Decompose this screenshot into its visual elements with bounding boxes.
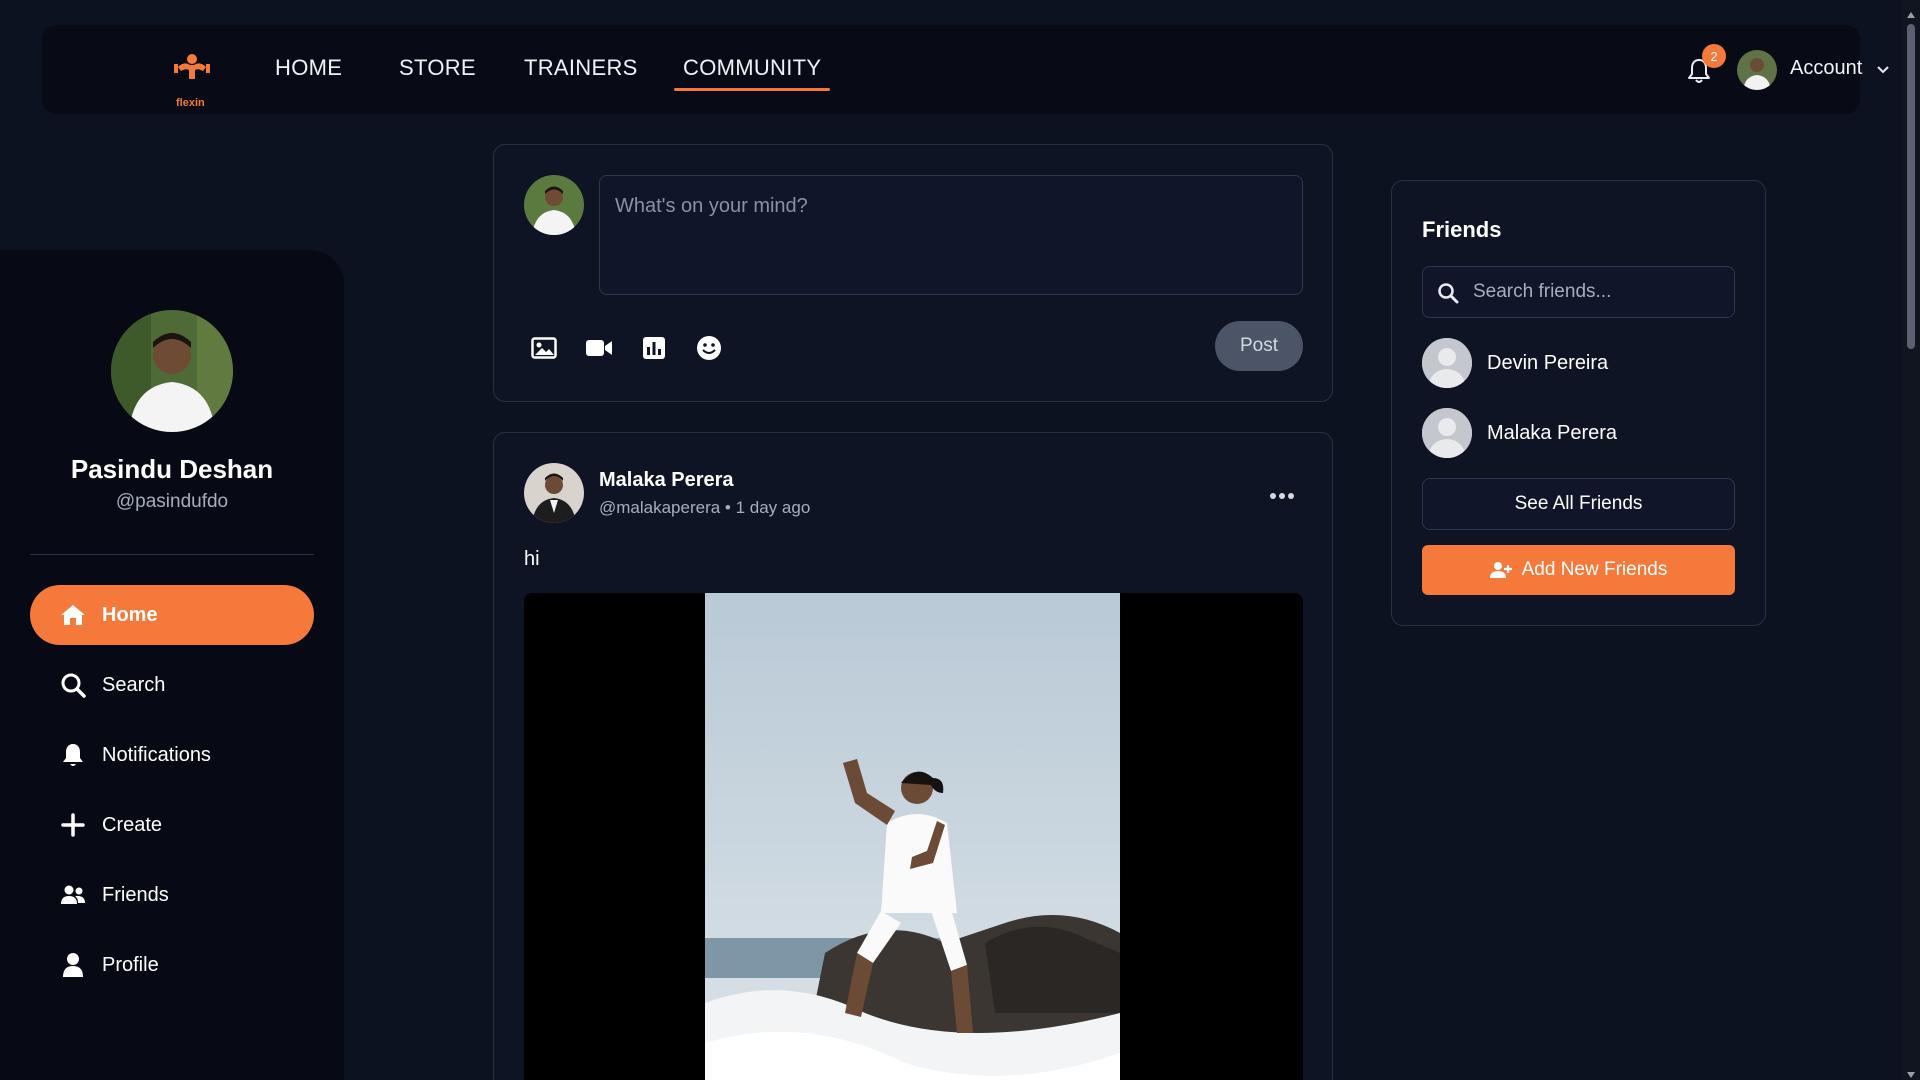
scroll-up-arrow-icon[interactable] [1906,6,1916,18]
account-menu-label[interactable]: Account [1790,57,1862,80]
chevron-down-icon[interactable] [1876,63,1890,77]
add-new-friends-label: Add New Friends [1521,559,1668,580]
nav-link-home[interactable]: HOME [275,55,342,81]
user-icon [60,952,86,978]
more-options-icon[interactable] [1268,488,1296,499]
friend-item[interactable]: Devin Pereira [1422,338,1735,390]
post-text: hi [524,548,540,570]
search-icon [60,672,86,698]
post-author-avatar[interactable] [524,463,584,523]
see-all-friends-button[interactable]: See All Friends [1422,478,1735,530]
default-avatar-icon [1422,408,1472,458]
post-meta: @malakaperera • 1 day ago [599,498,811,517]
sidebar-item-label: Create [102,813,163,836]
friends-panel: Friends Devin Pereira Malaka Perera See … [1391,180,1766,626]
friend-search-box [1422,266,1735,318]
scrollbar-thumb[interactable] [1907,24,1915,349]
post-author-name[interactable]: Malaka Perera [599,469,734,492]
profile-name: Pasindu Deshan [70,454,274,484]
account-avatar[interactable] [1737,50,1777,90]
sidebar-item-label: Notifications [102,743,211,766]
image-icon[interactable] [529,333,559,363]
friend-search-input[interactable] [1473,267,1728,317]
feed-post: Malaka Perera @malakaperera • 1 day ago … [493,432,1333,1080]
sidebar-item-label: Profile [102,953,159,976]
profile-handle: @pasindufdo [115,491,229,512]
sidebar-item-notifications[interactable]: Notifications [30,725,314,785]
left-sidebar: Pasindu Deshan @pasindufdo Home Search N… [0,250,344,1080]
sidebar-item-label: Friends [102,883,169,906]
nav-link-community[interactable]: COMMUNITY [673,55,831,91]
search-icon [1437,282,1459,304]
brand-name: flexin [176,97,205,109]
sidebar-item-profile[interactable]: Profile [30,935,314,995]
page-scrollbar[interactable] [1902,0,1920,1080]
friend-item[interactable]: Malaka Perera [1422,408,1735,460]
add-new-friends-button[interactable]: Add New Friends [1422,545,1735,595]
home-icon [60,602,86,628]
post-photo [705,593,1120,1080]
sidebar-item-create[interactable]: Create [30,795,314,855]
sidebar-item-home[interactable]: Home [30,585,314,645]
friends-title: Friends [1422,217,1502,242]
nav-link-store[interactable]: STORE [399,55,476,81]
friend-name: Malaka Perera [1487,422,1618,444]
plus-icon [60,812,86,838]
profile-avatar[interactable] [111,310,233,432]
sidebar-item-friends[interactable]: Friends [30,865,314,925]
bell-icon [60,742,86,768]
post-media[interactable] [524,593,1303,1080]
poll-icon[interactable] [639,333,669,363]
composer-input[interactable] [599,175,1303,295]
sidebar-divider [30,554,314,555]
nav-link-trainers[interactable]: TRAINERS [524,55,638,81]
notification-count-badge: 2 [1702,44,1726,68]
default-avatar-icon [1422,338,1472,388]
flexin-logo[interactable] [170,47,214,91]
composer-avatar [524,175,584,235]
friend-name: Devin Pereira [1487,352,1609,374]
scroll-down-arrow-icon[interactable] [1906,1066,1916,1078]
sidebar-item-label: Home [102,603,158,626]
sidebar-item-label: Search [102,673,166,696]
emoji-icon[interactable] [694,333,724,363]
users-icon [60,882,86,908]
video-icon[interactable] [584,333,614,363]
add-user-icon [1489,561,1512,579]
post-composer: Post [493,144,1333,402]
sidebar-item-search[interactable]: Search [30,655,314,715]
top-navbar: flexin HOME STORE TRAINERS COMMUNITY 2 A… [42,25,1889,114]
post-button[interactable]: Post [1215,321,1303,371]
